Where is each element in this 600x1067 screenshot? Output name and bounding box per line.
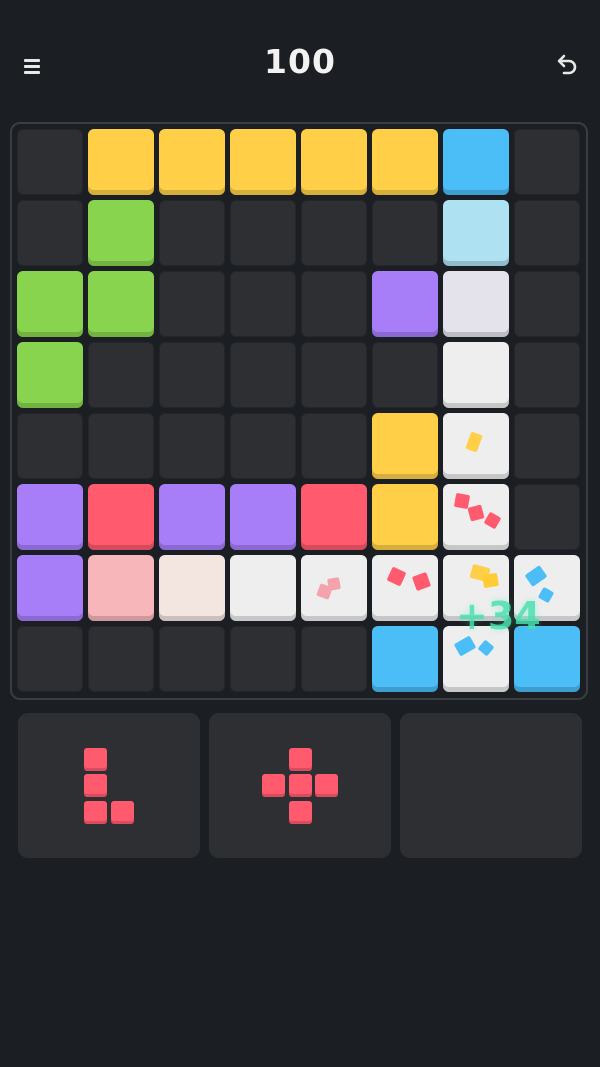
piece-block [288, 800, 312, 824]
board-cell-empty[interactable] [514, 129, 580, 195]
board-cell-empty[interactable] [88, 626, 154, 692]
board-cell-empty[interactable] [514, 271, 580, 337]
particle [327, 577, 341, 591]
board-cell-empty[interactable] [230, 200, 296, 266]
board-cell-yellow[interactable] [230, 129, 296, 195]
board-cell-empty[interactable] [159, 626, 225, 692]
board-cell-empty[interactable] [159, 342, 225, 408]
top-bar: 100 [0, 0, 600, 120]
board-cell-yellow[interactable] [372, 129, 438, 195]
board-cell-green[interactable] [88, 200, 154, 266]
board-cell-empty[interactable] [230, 271, 296, 337]
board-cell-empty[interactable] [230, 626, 296, 692]
board-cell-red[interactable] [88, 484, 154, 550]
piece-block [262, 774, 285, 797]
piece-slot-2[interactable] [209, 713, 391, 858]
piece-slot-1[interactable] [18, 713, 200, 858]
piece-block [288, 747, 312, 771]
board-cell-purple[interactable] [230, 484, 296, 550]
board-cell-yellow[interactable] [301, 129, 367, 195]
piece-block [110, 800, 134, 824]
board-cell-empty[interactable] [301, 626, 367, 692]
board-cell-purple[interactable] [17, 484, 83, 550]
board-cell-yellow[interactable] [372, 484, 438, 550]
board-cell-pink[interactable] [88, 555, 154, 621]
piece-block [84, 774, 108, 797]
board-cell-empty[interactable] [301, 413, 367, 479]
board-cell-empty[interactable] [514, 413, 580, 479]
board-cell-empty[interactable] [514, 342, 580, 408]
hamburger-icon[interactable] [22, 56, 44, 76]
board-cell-yellow[interactable] [159, 129, 225, 195]
board-cell-white[interactable] [372, 555, 438, 621]
board-cell-green[interactable] [88, 271, 154, 337]
board-cell-cream[interactable] [159, 555, 225, 621]
board-cell-empty[interactable] [514, 484, 580, 550]
board-cell-lightblue[interactable] [443, 200, 509, 266]
board-cell-green[interactable] [17, 342, 83, 408]
board-cell-lavender[interactable] [443, 271, 509, 337]
particle [453, 492, 471, 510]
board-cell-empty[interactable] [17, 129, 83, 195]
board-cell-empty[interactable] [159, 200, 225, 266]
board-cell-purple[interactable] [372, 271, 438, 337]
board-cell-empty[interactable] [372, 200, 438, 266]
board-cell-purple[interactable] [159, 484, 225, 550]
board-cell-blue[interactable] [372, 626, 438, 692]
board-cell-empty[interactable] [159, 413, 225, 479]
piece-block [84, 747, 108, 771]
piece-block [288, 774, 312, 797]
board-cell-empty[interactable] [230, 413, 296, 479]
board-cell-yellow[interactable] [372, 413, 438, 479]
board-cell-empty[interactable] [17, 626, 83, 692]
board-cell-empty[interactable] [514, 200, 580, 266]
board-cell-empty[interactable] [301, 342, 367, 408]
board-cell-empty[interactable] [301, 200, 367, 266]
board-cell-green[interactable] [17, 271, 83, 337]
board-cell-empty[interactable] [17, 413, 83, 479]
particle [481, 572, 500, 589]
board-cell-white[interactable] [443, 342, 509, 408]
score: 100 [264, 42, 336, 81]
board-cell-yellow[interactable] [88, 129, 154, 195]
piece-block [84, 800, 108, 824]
board-cell-empty[interactable] [17, 200, 83, 266]
piece-block [315, 774, 338, 797]
board-cell-empty[interactable] [88, 413, 154, 479]
board-cell-empty[interactable] [301, 271, 367, 337]
board-cell-empty[interactable] [88, 342, 154, 408]
board-cell-purple[interactable] [17, 555, 83, 621]
bonus-score-popup: +34 [456, 594, 541, 638]
board-cell-empty[interactable] [159, 271, 225, 337]
board-cell-white[interactable] [230, 555, 296, 621]
board-cell-empty[interactable] [372, 342, 438, 408]
board-cell-blue[interactable] [443, 129, 509, 195]
board-cell-red[interactable] [301, 484, 367, 550]
board-cell-empty[interactable] [230, 342, 296, 408]
undo-icon[interactable] [552, 52, 580, 80]
piece-slot-3[interactable] [400, 713, 582, 858]
